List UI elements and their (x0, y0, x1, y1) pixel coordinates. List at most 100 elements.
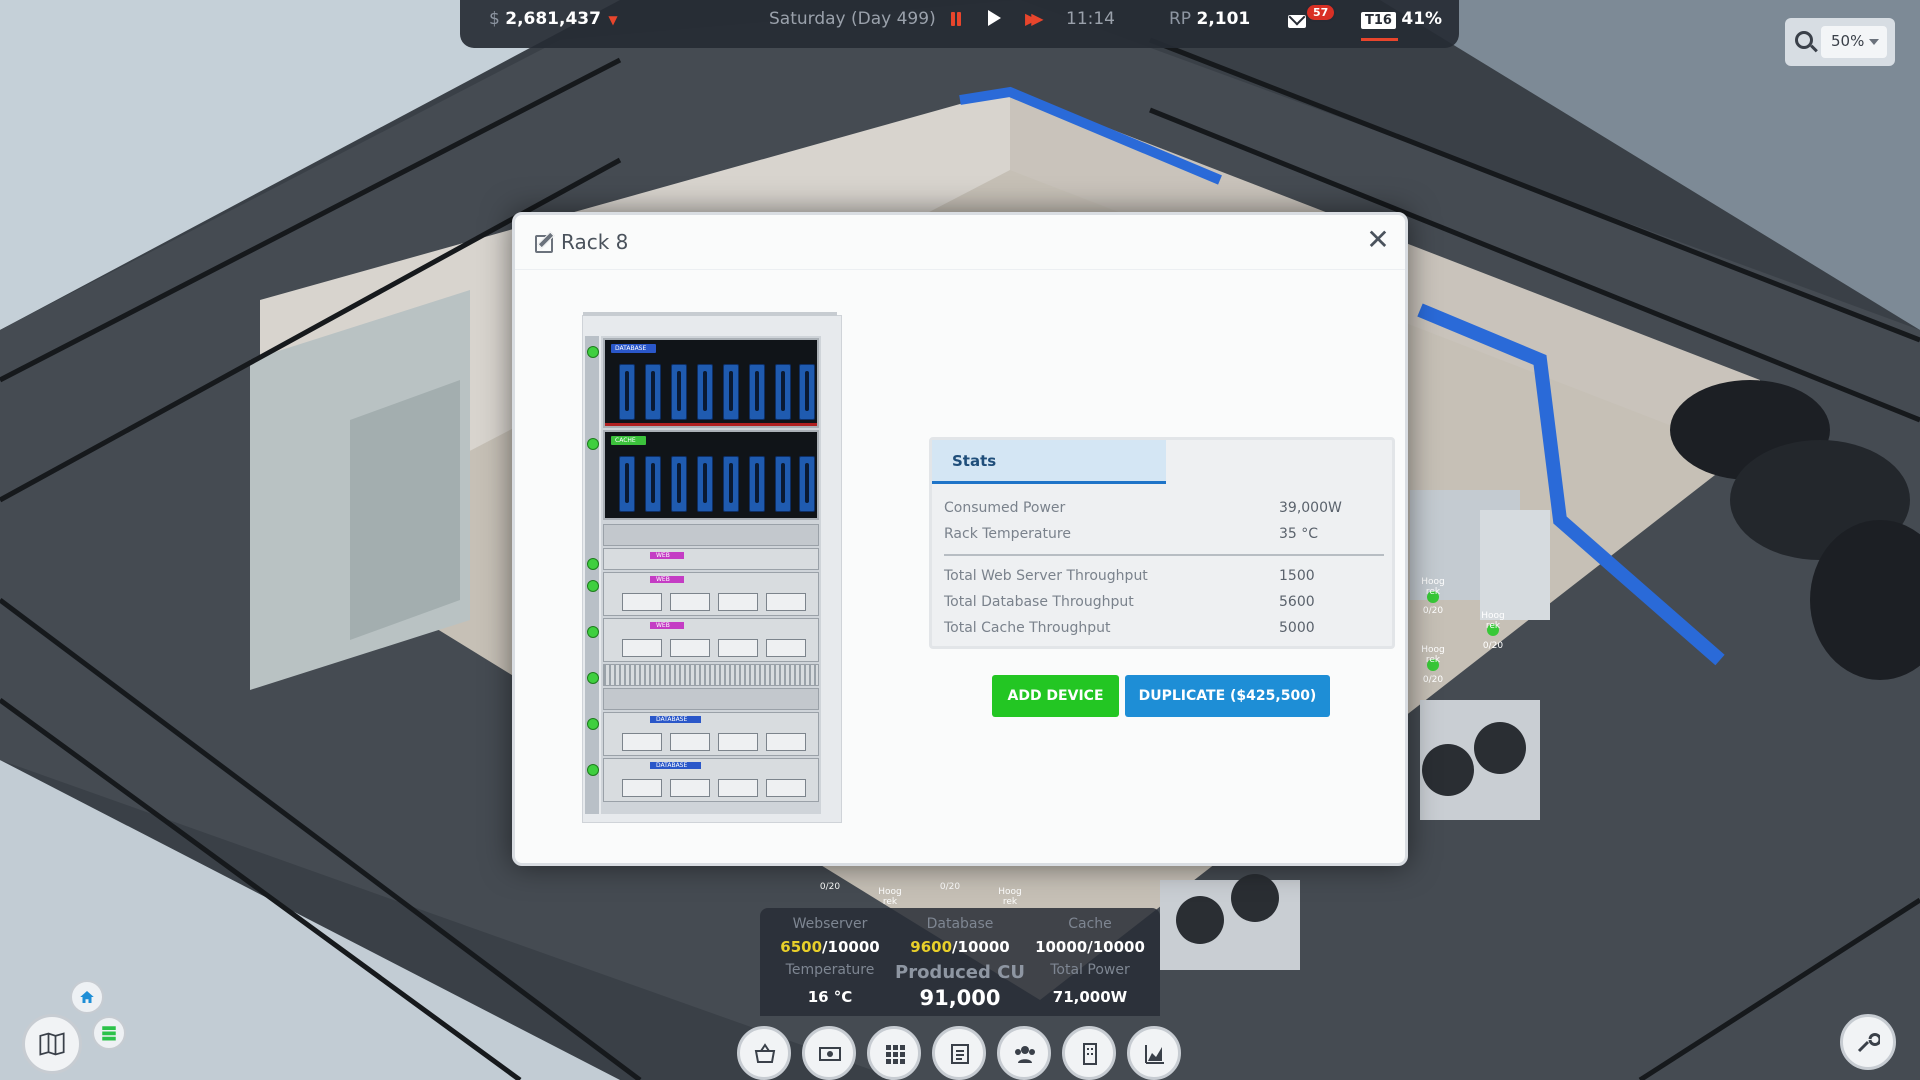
rack-server-unit[interactable]: WEB (603, 548, 819, 570)
webserver-capacity: 6500/10000 (765, 938, 895, 956)
drive (723, 456, 739, 512)
drive-bay (670, 639, 710, 657)
drive (799, 364, 815, 420)
game-time: 11:14 (1066, 9, 1115, 29)
money-value: 2,681,437 (505, 9, 601, 29)
statistics-button[interactable] (1127, 1026, 1181, 1080)
datacenter-summary: Webserver 6500/10000 Database 9600/10000… (760, 908, 1160, 1016)
build-grid-button[interactable] (867, 1026, 921, 1080)
dialog-header: Rack 8 ✕ (515, 215, 1405, 270)
rack-storage-bank[interactable]: CACHE (603, 430, 819, 520)
drive (645, 456, 661, 512)
slot-status-led (587, 558, 599, 570)
stat-label: Consumed Power (944, 500, 1066, 516)
game-day: Saturday (Day 499) (769, 9, 936, 29)
server-list-button[interactable] (92, 1016, 126, 1050)
drive (645, 364, 661, 420)
wrench-icon (1857, 1033, 1880, 1053)
list-icon (951, 1044, 969, 1064)
staff-button[interactable] (997, 1026, 1051, 1080)
dialog-title[interactable]: Rack 8 (561, 230, 628, 254)
settings-button[interactable] (1840, 1014, 1896, 1070)
webserver-label: Webserver (792, 916, 868, 932)
rack-blank-panel (603, 524, 819, 546)
database-total: /10000 (952, 938, 1010, 956)
stat-label: Total Web Server Throughput (944, 568, 1148, 584)
stats-divider (944, 554, 1384, 556)
webserver-total: /10000 (822, 938, 880, 956)
money-icon (819, 1047, 841, 1061)
home-button[interactable] (70, 980, 104, 1014)
shop-button[interactable] (737, 1026, 791, 1080)
world-rack-capacity: 0/20 (1422, 606, 1444, 616)
bank-label: CACHE (611, 436, 646, 445)
drive (671, 364, 687, 420)
chart-icon (1145, 1045, 1164, 1064)
money-display[interactable]: $ 2,681,437 ▼ (489, 8, 618, 31)
contracts-button[interactable] (932, 1026, 986, 1080)
rack-body: DATABASE CACHE WEB WEB WEB DATABASE DATA… (601, 336, 821, 814)
play-icon (988, 10, 1001, 26)
zoom-value: 50% (1831, 32, 1865, 50)
tier-display[interactable]: T16 41% (1361, 8, 1442, 32)
zoom-select[interactable]: 50% (1821, 26, 1887, 58)
server-icon (102, 1026, 116, 1041)
map-button[interactable] (22, 1014, 82, 1074)
database-label: Database (926, 916, 994, 932)
research-points[interactable]: RP 2,101 (1169, 8, 1250, 30)
rack-server-unit[interactable]: DATABASE (603, 712, 819, 756)
produced-cu-label: Produced CU (895, 962, 1025, 983)
unit-label: WEB (650, 552, 684, 559)
world-rack-name: Hoog rek (1421, 577, 1445, 597)
add-device-button[interactable]: ADD DEVICE (992, 675, 1119, 717)
drive-bay (718, 779, 758, 797)
play-button[interactable] (988, 8, 1001, 30)
rack-storage-bank[interactable]: DATABASE (603, 338, 819, 428)
mail-button[interactable] (1288, 11, 1306, 33)
drive-bay (766, 733, 806, 751)
fast-forward-button[interactable]: ▶▶ (1025, 8, 1043, 30)
rack-server-unit[interactable]: WEB (603, 572, 819, 616)
stat-value: 5000 (1279, 620, 1315, 636)
edit-icon[interactable] (535, 235, 553, 253)
drive (799, 456, 815, 512)
rack-illustration: DATABASE CACHE WEB WEB WEB DATABASE DATA… (582, 312, 842, 823)
basket-icon (754, 1043, 776, 1063)
drive-bay (718, 639, 758, 657)
drive (775, 456, 791, 512)
chevron-down-icon: ▼ (608, 13, 618, 27)
people-icon (1015, 1046, 1035, 1063)
home-icon (80, 991, 94, 1003)
cache-capacity: 10000/10000 (1035, 938, 1145, 956)
drive (671, 456, 687, 512)
stat-label: Total Database Throughput (944, 594, 1134, 610)
slot-status-led (587, 438, 599, 450)
chevron-down-icon (1869, 39, 1879, 45)
temperature-label: Temperature (785, 962, 875, 978)
drive-bay (670, 779, 710, 797)
tier-progress-underline (1361, 38, 1398, 41)
drive (775, 364, 791, 420)
drive (619, 364, 635, 420)
pause-button[interactable] (950, 8, 962, 30)
world-rack-capacity: 0/20 (819, 882, 841, 892)
duplicate-rack-button[interactable]: DUPLICATE ($425,500) (1125, 675, 1330, 717)
close-button[interactable]: ✕ (1365, 226, 1391, 254)
drive (697, 456, 713, 512)
rack-server-unit[interactable]: WEB (603, 618, 819, 662)
finance-button[interactable] (802, 1026, 856, 1080)
world-rack-capacity: 0/20 (1422, 675, 1444, 685)
rack-rail (585, 336, 599, 814)
buildings-button[interactable] (1062, 1026, 1116, 1080)
world-rack-name: Hoog rek (998, 887, 1022, 907)
unit-label: DATABASE (650, 762, 702, 769)
drive-bay (766, 639, 806, 657)
drive-bay (622, 639, 662, 657)
rack-server-unit[interactable]: DATABASE (603, 758, 819, 802)
money-symbol: $ (489, 9, 500, 29)
total-power-label: Total Power (1050, 962, 1130, 978)
bank-trim (605, 423, 817, 426)
drive (723, 364, 739, 420)
drive-bay (670, 593, 710, 611)
tab-stats[interactable]: Stats (932, 440, 1166, 484)
